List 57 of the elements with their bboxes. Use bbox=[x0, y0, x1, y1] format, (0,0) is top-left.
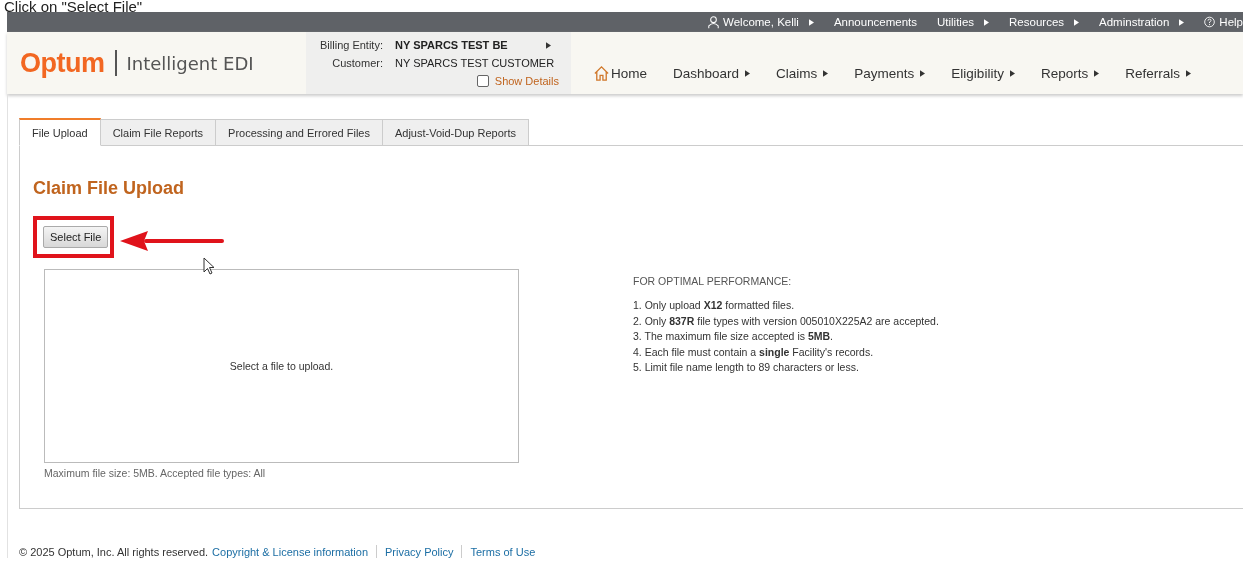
nav-menu-item[interactable]: Payments bbox=[854, 65, 926, 81]
nav-menu-item[interactable]: Home bbox=[593, 64, 647, 82]
caret-icon bbox=[920, 69, 926, 77]
field-label: Billing Entity: bbox=[319, 39, 384, 51]
caret-icon bbox=[808, 18, 814, 26]
home-icon bbox=[593, 64, 610, 82]
caret-icon bbox=[1074, 18, 1080, 26]
caret-icon bbox=[984, 18, 990, 26]
footer-link[interactable]: Terms of Use bbox=[470, 545, 536, 558]
brand-logo: Optum bbox=[20, 47, 105, 79]
user-icon bbox=[708, 15, 720, 29]
billing-entity-value: NY SPARCS TEST BE bbox=[395, 39, 508, 51]
rule-text: 4. Each file must contain a single Facility's records. bbox=[633, 344, 875, 360]
copyright-text: © 2025 Optum, Inc. All rights reserved. bbox=[19, 545, 209, 558]
top-menu-link[interactable]: Announcements bbox=[833, 16, 917, 28]
select-file-button[interactable]: Select File bbox=[43, 226, 109, 248]
caret-icon[interactable] bbox=[545, 41, 551, 49]
tab[interactable]: Processing and Errored Files bbox=[216, 119, 383, 146]
caret-icon bbox=[1009, 69, 1015, 77]
caret-icon bbox=[823, 69, 829, 77]
caret-icon bbox=[745, 69, 751, 77]
caret-icon bbox=[1094, 69, 1100, 77]
help-icon bbox=[1204, 15, 1216, 29]
caret-icon bbox=[1185, 69, 1191, 77]
nav-menu-item[interactable]: Claims bbox=[776, 65, 829, 81]
tab[interactable]: Claim File Reports bbox=[100, 119, 217, 146]
nav-menu-item[interactable]: Eligibility bbox=[951, 65, 1015, 81]
rule-text: 1. Only upload X12 formatted files. bbox=[633, 298, 796, 313]
tab[interactable]: File Upload bbox=[19, 118, 101, 146]
top-menu-link[interactable]: Resources bbox=[1009, 16, 1080, 28]
arrow-icon bbox=[120, 230, 226, 252]
footer-link[interactable]: Privacy Policy bbox=[385, 545, 454, 558]
drop-zone-placeholder: Select a file to upload. bbox=[229, 360, 334, 372]
cursor-icon bbox=[203, 257, 215, 275]
performance-title: FOR OPTIMAL PERFORMANCE: bbox=[633, 275, 793, 287]
top-menu-link[interactable]: Adminstration bbox=[1099, 16, 1185, 28]
file-size-hint: Maximum file size: 5MB. Accepted file types: All bbox=[44, 467, 267, 479]
file-drop-zone[interactable]: Select a file to upload. bbox=[44, 269, 519, 463]
caret-icon bbox=[1179, 18, 1185, 26]
nav-menu-item[interactable]: Reports bbox=[1040, 65, 1100, 81]
show-details-link[interactable]: Show Details bbox=[494, 75, 559, 87]
rule-text: 3. The maximum file size accepted is 5MB. bbox=[633, 329, 834, 344]
nav-menu-item[interactable]: Dashboard bbox=[673, 65, 751, 81]
rule-text: 2. Only 837R file types with version 005010X225A2 are accepted. bbox=[633, 313, 939, 329]
caption-text: Click on "Select File" bbox=[3, 0, 144, 12]
product-name: Intelligent EDI bbox=[126, 52, 254, 74]
nav-menu-item[interactable]: Referrals bbox=[1125, 65, 1191, 81]
top-menu-link[interactable]: Utilities bbox=[937, 16, 990, 28]
top-menu-link[interactable]: Help bbox=[1204, 15, 1243, 29]
tab[interactable]: Adjust-Void-Dup Reports bbox=[382, 119, 529, 146]
page-title: Claim File Upload bbox=[33, 178, 186, 199]
rule-text: 5. Limit file name length to 89 characters or less. bbox=[633, 360, 860, 375]
footer-link[interactable]: Copyright & License information bbox=[212, 545, 368, 558]
field-label: Customer: bbox=[331, 57, 384, 69]
customer-value: NY SPARCS TEST CUSTOMER bbox=[395, 57, 555, 69]
top-menu-link[interactable]: Welcome, Kelli bbox=[708, 15, 814, 29]
show-details-checkbox[interactable] bbox=[476, 75, 489, 87]
